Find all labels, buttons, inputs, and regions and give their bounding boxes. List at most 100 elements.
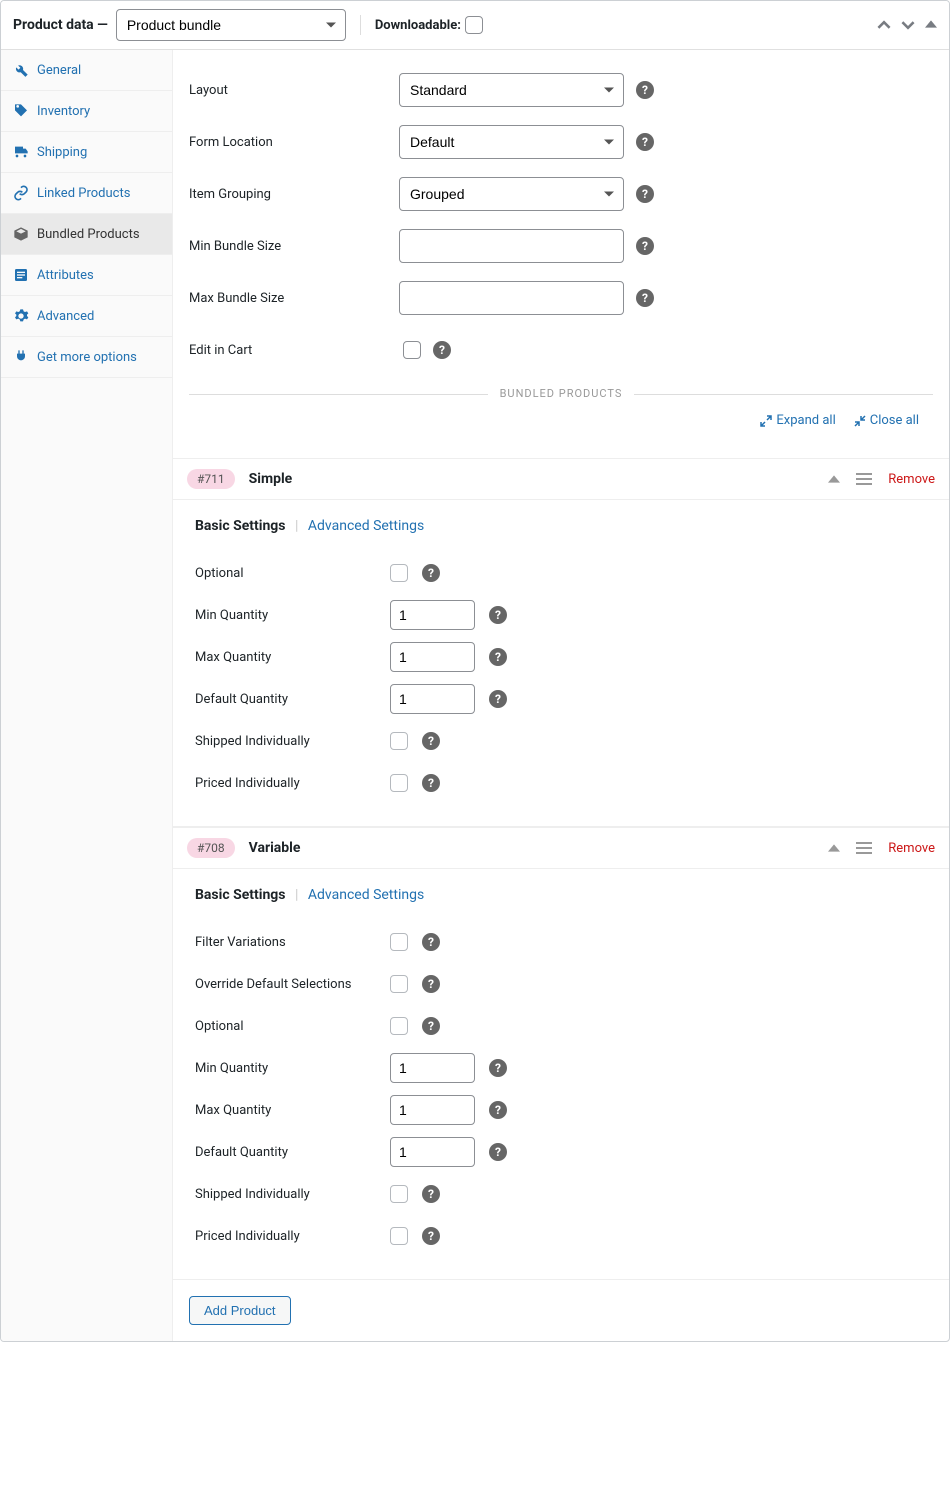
- override-label: Override Default Selections: [195, 977, 390, 992]
- downloadable-label: Downloadable:: [375, 18, 461, 33]
- def-qty-input[interactable]: [390, 684, 475, 714]
- min-bundle-input[interactable]: [399, 229, 624, 263]
- sidebar-item-linked[interactable]: Linked Products: [1, 173, 172, 214]
- sidebar-item-advanced[interactable]: Advanced: [1, 296, 172, 337]
- help-icon[interactable]: ?: [636, 289, 654, 307]
- item-id-badge: #711: [187, 469, 235, 489]
- item-name: Simple: [249, 471, 293, 487]
- truck-icon: [13, 144, 29, 160]
- move-down-icon[interactable]: [901, 18, 915, 32]
- def-qty-label: Default Quantity: [195, 692, 390, 707]
- edit-cart-checkbox[interactable]: [403, 341, 421, 359]
- sidebar-item-shipping[interactable]: Shipping: [1, 132, 172, 173]
- sidebar-item-label: Get more options: [37, 350, 137, 365]
- collapse-icon[interactable]: [925, 18, 937, 32]
- help-icon[interactable]: ?: [489, 1143, 507, 1161]
- remove-link[interactable]: Remove: [888, 841, 935, 856]
- list-icon: [13, 267, 29, 283]
- advanced-settings-tab[interactable]: Advanced Settings: [308, 887, 424, 903]
- sidebar-item-label: Bundled Products: [37, 227, 140, 242]
- min-qty-input[interactable]: [390, 600, 475, 630]
- drag-icon[interactable]: [856, 472, 872, 486]
- filter-var-checkbox[interactable]: [390, 933, 408, 951]
- gear-icon: [13, 308, 29, 324]
- help-icon[interactable]: ?: [433, 341, 451, 359]
- max-qty-input[interactable]: [390, 1095, 475, 1125]
- toggle-icon[interactable]: [828, 842, 840, 854]
- priced-label: Priced Individually: [195, 776, 390, 791]
- item-grouping-label: Item Grouping: [189, 187, 399, 202]
- help-icon[interactable]: ?: [422, 1017, 440, 1035]
- bundled-item-header[interactable]: #711 Simple Remove: [173, 458, 949, 500]
- link-icon: [13, 185, 29, 201]
- toggle-icon[interactable]: [828, 473, 840, 485]
- help-icon[interactable]: ?: [422, 975, 440, 993]
- layout-select[interactable]: Standard: [399, 73, 624, 107]
- help-icon[interactable]: ?: [489, 1059, 507, 1077]
- bundled-item-body: Basic Settings | Advanced Settings Filte…: [173, 869, 949, 1280]
- help-icon[interactable]: ?: [636, 81, 654, 99]
- help-icon[interactable]: ?: [636, 133, 654, 151]
- help-icon[interactable]: ?: [422, 564, 440, 582]
- layout-label: Layout: [189, 83, 399, 98]
- filter-var-label: Filter Variations: [195, 935, 390, 950]
- help-icon[interactable]: ?: [422, 933, 440, 951]
- def-qty-input[interactable]: [390, 1137, 475, 1167]
- min-qty-input[interactable]: [390, 1053, 475, 1083]
- plug-icon: [13, 349, 29, 365]
- sidebar-item-bundled[interactable]: Bundled Products: [1, 214, 172, 255]
- help-icon[interactable]: ?: [422, 774, 440, 792]
- shipped-checkbox[interactable]: [390, 1185, 408, 1203]
- product-data-panel: Product data — Product bundle Downloadab…: [0, 0, 950, 1342]
- add-product-button[interactable]: Add Product: [189, 1296, 291, 1325]
- item-grouping-select[interactable]: Grouped: [399, 177, 624, 211]
- remove-link[interactable]: Remove: [888, 472, 935, 487]
- help-icon[interactable]: ?: [636, 185, 654, 203]
- item-name: Variable: [249, 840, 301, 856]
- bundled-item-header[interactable]: #708 Variable Remove: [173, 827, 949, 869]
- sidebar-item-attributes[interactable]: Attributes: [1, 255, 172, 296]
- help-icon[interactable]: ?: [489, 606, 507, 624]
- expand-all-link[interactable]: Expand all: [760, 413, 835, 428]
- priced-checkbox[interactable]: [390, 1227, 408, 1245]
- help-icon[interactable]: ?: [422, 1227, 440, 1245]
- optional-checkbox[interactable]: [390, 1017, 408, 1035]
- basic-settings-tab[interactable]: Basic Settings: [195, 887, 286, 903]
- help-icon[interactable]: ?: [422, 732, 440, 750]
- optional-label: Optional: [195, 566, 390, 581]
- sidebar-item-general[interactable]: General: [1, 50, 172, 91]
- optional-checkbox[interactable]: [390, 564, 408, 582]
- drag-icon[interactable]: [856, 841, 872, 855]
- help-icon[interactable]: ?: [489, 1101, 507, 1119]
- shipped-label: Shipped Individually: [195, 734, 390, 749]
- max-bundle-input[interactable]: [399, 281, 624, 315]
- max-qty-label: Max Quantity: [195, 650, 390, 665]
- content-area: Layout Standard ? Form Location Default …: [173, 50, 949, 1341]
- max-bundle-label: Max Bundle Size: [189, 291, 399, 306]
- advanced-settings-tab[interactable]: Advanced Settings: [308, 518, 424, 534]
- shipped-checkbox[interactable]: [390, 732, 408, 750]
- downloadable-checkbox[interactable]: [465, 16, 483, 34]
- close-all-link[interactable]: Close all: [854, 413, 919, 428]
- override-checkbox[interactable]: [390, 975, 408, 993]
- sidebar-item-inventory[interactable]: Inventory: [1, 91, 172, 132]
- help-icon[interactable]: ?: [422, 1185, 440, 1203]
- sidebar-item-more[interactable]: Get more options: [1, 337, 172, 378]
- priced-checkbox[interactable]: [390, 774, 408, 792]
- basic-settings-tab[interactable]: Basic Settings: [195, 518, 286, 534]
- max-qty-input[interactable]: [390, 642, 475, 672]
- max-qty-label: Max Quantity: [195, 1103, 390, 1118]
- sidebar-item-label: Advanced: [37, 309, 94, 324]
- help-icon[interactable]: ?: [489, 690, 507, 708]
- form-location-label: Form Location: [189, 135, 399, 150]
- help-icon[interactable]: ?: [636, 237, 654, 255]
- product-type-select[interactable]: Product bundle: [116, 9, 346, 41]
- optional-label: Optional: [195, 1019, 390, 1034]
- bundled-item-body: Basic Settings | Advanced Settings Optio…: [173, 500, 949, 827]
- help-icon[interactable]: ?: [489, 648, 507, 666]
- sidebar-item-label: General: [37, 63, 81, 78]
- divider: [360, 15, 361, 35]
- min-qty-label: Min Quantity: [195, 1061, 390, 1076]
- form-location-select[interactable]: Default: [399, 125, 624, 159]
- move-up-icon[interactable]: [877, 18, 891, 32]
